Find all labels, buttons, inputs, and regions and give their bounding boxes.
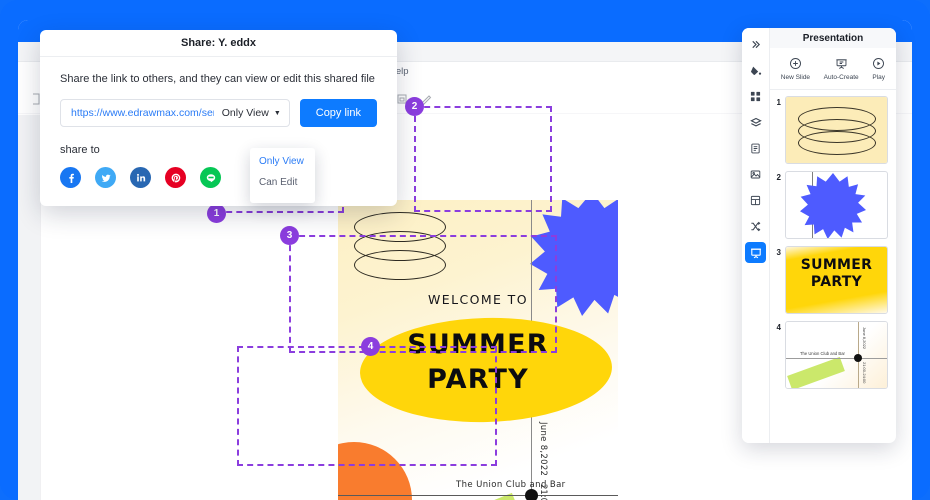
poster-venue-text: The Union Club and Bar: [456, 480, 566, 490]
presentation-panel-title: Presentation: [770, 28, 896, 48]
slide-number: 4: [776, 323, 781, 332]
line-icon[interactable]: [200, 167, 221, 188]
table-icon[interactable]: [745, 190, 766, 211]
slide-thumbnail-3[interactable]: SUMMER PARTY: [785, 246, 888, 314]
screenshot-root: Help WELCOME TO SUMMER PARTY The Union C…: [0, 0, 930, 500]
permission-dropdown[interactable]: Only View ▼: [214, 107, 281, 119]
shuffle-icon[interactable]: [745, 216, 766, 237]
apps-grid-icon[interactable]: [745, 86, 766, 107]
auto-create-icon: [835, 57, 848, 72]
slide4-venue: The Union Club and Bar: [800, 351, 845, 356]
selection-badge-1[interactable]: 1: [207, 204, 226, 223]
rings-decoration-icon: [354, 212, 446, 286]
permission-option-only-view[interactable]: Only View: [250, 151, 315, 172]
share-dialog-title: Share: Y. eddx: [181, 37, 256, 49]
share-url-field[interactable]: Only View ▼: [60, 99, 290, 127]
chevron-down-icon: ▼: [273, 109, 281, 117]
presentation-icon[interactable]: [745, 242, 766, 263]
poster-title: SUMMER PARTY: [338, 328, 618, 397]
share-link-row: Only View ▼ Copy link: [60, 99, 377, 127]
poster-welcome-text: WELCOME TO: [428, 292, 528, 307]
presentation-main: Presentation New Slide Auto-Create Play …: [769, 28, 896, 443]
slide3-line1: SUMMER: [800, 257, 873, 273]
selection-badge-2[interactable]: 2: [405, 97, 424, 116]
new-slide-button[interactable]: New Slide: [781, 57, 810, 81]
share-dialog[interactable]: Share: Y. eddx Share the link to others,…: [40, 30, 397, 206]
slide-thumbnail-4[interactable]: The Union Club and Bar June 8,2022 21:00…: [785, 321, 888, 389]
paint-bucket-icon[interactable]: [745, 60, 766, 81]
share-dialog-description: Share the link to others, and they can v…: [60, 73, 375, 85]
plus-circle-icon: [789, 57, 802, 72]
slide-thumbnail-1[interactable]: [785, 96, 888, 164]
share-dialog-header: Share: Y. eddx: [40, 30, 397, 57]
poster-artwork[interactable]: WELCOME TO SUMMER PARTY The Union Club a…: [338, 200, 618, 500]
new-slide-label: New Slide: [780, 73, 811, 81]
image-icon[interactable]: [745, 164, 766, 185]
document-icon[interactable]: [745, 138, 766, 159]
slide-item[interactable]: 2: [772, 171, 890, 239]
play-button[interactable]: Play: [872, 57, 885, 81]
share-url-input[interactable]: [71, 107, 214, 119]
layers-icon[interactable]: [745, 112, 766, 133]
facebook-icon[interactable]: [60, 167, 81, 188]
poster-horizontal-rule: [338, 495, 618, 496]
poster-black-dot: [525, 489, 538, 500]
linkedin-icon[interactable]: [130, 167, 151, 188]
poster-title-line1: SUMMER: [407, 329, 549, 360]
poster-date-text: June 8,2022: [538, 421, 548, 476]
slide4-date: June 8,2022: [862, 327, 867, 350]
presentation-actions: New Slide Auto-Create Play: [770, 48, 896, 90]
share-to-label: share to: [60, 144, 100, 156]
pinterest-icon[interactable]: [165, 167, 186, 188]
twitter-icon[interactable]: [95, 167, 116, 188]
slide-number: 3: [776, 248, 781, 257]
selection-badge-3[interactable]: 3: [280, 226, 299, 245]
presentation-panel[interactable]: Presentation New Slide Auto-Create Play …: [742, 28, 896, 443]
slide3-line2: PARTY: [810, 273, 863, 290]
permission-option-can-edit[interactable]: Can Edit: [250, 172, 315, 193]
selection-badge-4[interactable]: 4: [361, 337, 380, 356]
poster-title-line2: PARTY: [427, 363, 529, 395]
panel-icon-rail[interactable]: [742, 28, 769, 443]
play-circle-icon: [872, 57, 885, 72]
share-dialog-body: Share the link to others, and they can v…: [40, 57, 397, 206]
copy-link-button[interactable]: Copy link: [299, 99, 377, 127]
slide-item[interactable]: 3 SUMMER PARTY: [772, 246, 890, 314]
slide-number: 2: [776, 173, 781, 182]
social-share-row: [60, 167, 377, 188]
slide-item[interactable]: 1: [772, 96, 890, 164]
auto-create-button[interactable]: Auto-Create: [824, 57, 859, 81]
slide-list[interactable]: 1 2 3 SUMMER PARTY 4 The Union Club and …: [770, 90, 896, 443]
slide-number: 1: [776, 98, 781, 107]
play-label: Play: [872, 73, 886, 81]
auto-create-label: Auto-Create: [823, 73, 859, 81]
slide-thumbnail-2[interactable]: [785, 171, 888, 239]
poster-time-text: 21:00-24:00: [538, 484, 548, 500]
selection-marquee-2: [414, 106, 552, 212]
slide-item[interactable]: 4 The Union Club and Bar June 8,2022 21:…: [772, 321, 890, 389]
slide4-time: 21:00-24:00: [862, 362, 867, 384]
collapse-chevron-icon[interactable]: [745, 34, 766, 55]
permission-selected-label: Only View: [221, 107, 269, 119]
permission-dropdown-menu[interactable]: Only View Can Edit: [250, 148, 315, 203]
canvas-left-rail: [18, 115, 40, 500]
